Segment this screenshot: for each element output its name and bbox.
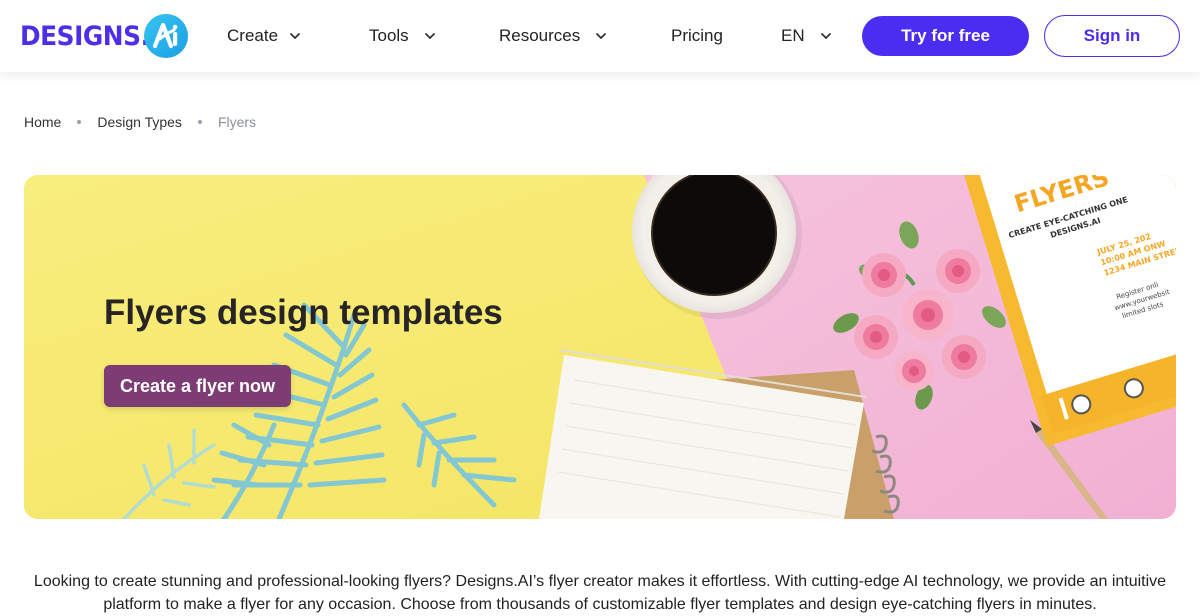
breadcrumb: Home Design Types Flyers	[24, 113, 256, 131]
breadcrumb-separator	[77, 120, 82, 124]
chevron-down-icon	[290, 33, 300, 39]
breadcrumb-design-types[interactable]: Design Types	[97, 114, 182, 130]
nav-pricing[interactable]: Pricing	[671, 24, 723, 48]
nav-create-label: Create	[227, 26, 279, 45]
intro-paragraph: Looking to create stunning and professio…	[33, 573, 1167, 613]
hero-title: Flyers design templates	[104, 293, 503, 332]
language-label: EN	[781, 26, 805, 45]
chevron-down-icon	[424, 33, 435, 39]
chevron-down-icon	[596, 33, 607, 39]
create-flyer-button[interactable]: Create a flyer now	[104, 365, 291, 407]
hero-image: FLYERS CREATE EYE-CATCHING ONE DESIGNS.A…	[24, 175, 1176, 519]
hero-banner: FLYERS CREATE EYE-CATCHING ONE DESIGNS.A…	[24, 175, 1176, 519]
notebook	[539, 349, 900, 519]
ai-logo-badge-icon	[144, 14, 188, 58]
nav-pricing-label: Pricing	[671, 26, 723, 45]
rose	[862, 253, 906, 297]
breadcrumb-separator	[197, 120, 202, 124]
breadcrumb-flyers: Flyers	[217, 114, 257, 130]
breadcrumb-home[interactable]: Home	[24, 114, 61, 130]
nav-resources-label: Resources	[499, 26, 581, 45]
site-header: DESIGNS. Create Tools Resources Pricing …	[0, 0, 1200, 72]
chevron-down-icon	[820, 33, 831, 39]
nav-tools-label: Tools	[369, 26, 409, 45]
language-selector[interactable]: EN	[781, 24, 833, 48]
nav-tools[interactable]: Tools	[369, 24, 437, 48]
nav-resources[interactable]: Resources	[499, 24, 608, 48]
nav-create[interactable]: Create	[227, 24, 302, 48]
designs-ai-logo[interactable]: DESIGNS.	[20, 14, 188, 58]
sign-in-button[interactable]: Sign in	[1044, 15, 1180, 57]
try-for-free-button[interactable]: Try for free	[862, 16, 1029, 56]
logo-text: DESIGNS.	[20, 20, 150, 52]
